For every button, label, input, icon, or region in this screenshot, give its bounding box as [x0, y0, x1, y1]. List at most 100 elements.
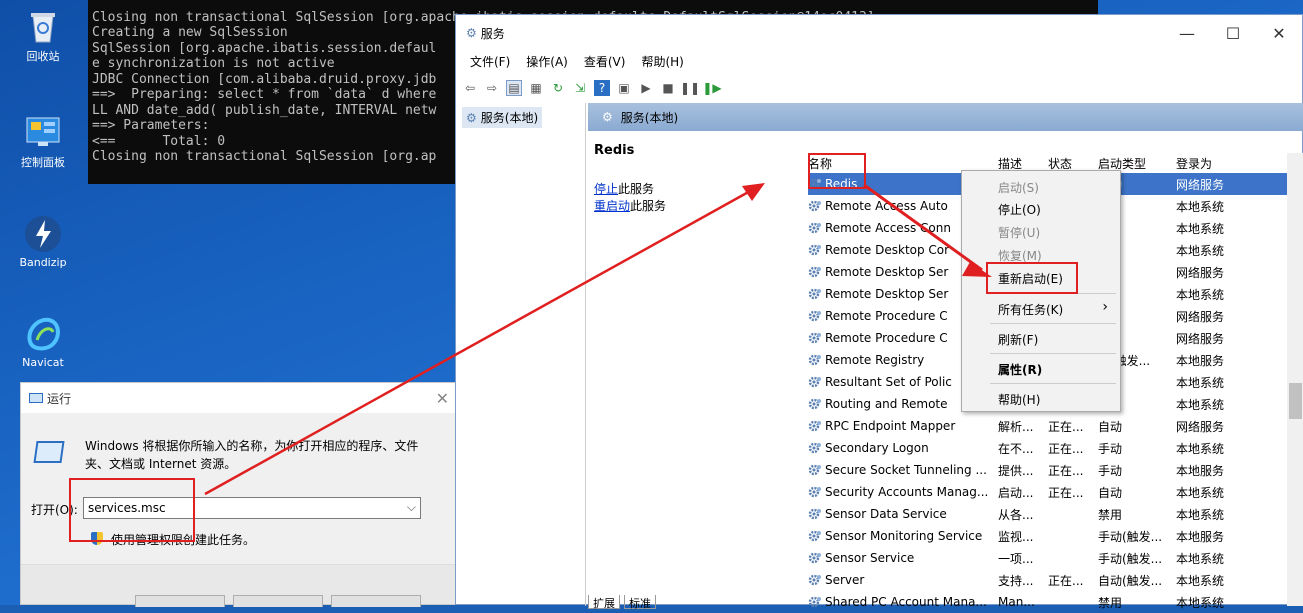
table-row[interactable]: Sensor Service 一项... 手动(触发... 本地系统 [808, 547, 1303, 569]
service-status-cell: 正在... [1048, 463, 1084, 478]
tab-extended[interactable]: 扩展 [588, 595, 620, 610]
close-icon[interactable]: ✕ [436, 389, 449, 408]
menu-item-refresh[interactable]: 刷新(F) [998, 331, 1038, 348]
menu-item-properties[interactable]: 属性(R) [998, 361, 1042, 378]
column-logon-as[interactable]: 登录为 [1176, 155, 1256, 172]
annotation-box-input [69, 478, 195, 542]
services-window: ⚙ 服务 — ☐ ✕ 文件(F) 操作(A) 查看(V) 帮助(H) ⇦ ⇨ ▤… [455, 14, 1303, 610]
details-pane: ⚙ 服务(本地) Redis 停止此服务 重启动此服务 名称 描述 状态 启动类… [588, 103, 1303, 610]
service-logon-cell: 本地系统 [1176, 375, 1225, 390]
close-icon[interactable]: ✕ [1256, 15, 1302, 51]
pane-header: ⚙ 服务(本地) [588, 103, 1303, 131]
service-gear-icon [808, 244, 821, 256]
service-name: Shared PC Account Mana... [825, 595, 987, 609]
menu-separator [990, 323, 1116, 324]
restart-service-suffix: 此服务 [630, 199, 667, 213]
menu-item-all-tasks[interactable]: 所有任务(K) [998, 301, 1063, 318]
run-description: Windows 将根据你所输入的名称，为你打开相应的程序、文件夹、文档或 Int… [85, 439, 419, 471]
column-startup-type[interactable]: 启动类型 [1098, 155, 1176, 172]
service-name-cell: Shared PC Account Mana... [808, 595, 998, 609]
service-logon-cell: 网络服务 [1176, 419, 1225, 434]
service-name-cell: Secondary Logon [808, 441, 998, 455]
service-logon-cell: 本地系统 [1176, 221, 1225, 236]
annotation-box-redis [808, 153, 866, 189]
service-name: Sensor Data Service [825, 507, 947, 521]
run-dialog-titlebar[interactable]: 运行 [21, 383, 459, 413]
table-row[interactable]: Server 支持... 正在... 自动(触发... 本地系统 [808, 569, 1303, 591]
run-dialog-title: 运行 [47, 391, 72, 406]
service-gear-icon [808, 310, 821, 322]
column-status[interactable]: 状态 [1048, 155, 1098, 172]
table-row[interactable]: Sensor Monitoring Service 监视... 手动(触发... 本地… [808, 525, 1303, 547]
menu-item-stop[interactable]: 停止(O) [998, 201, 1041, 218]
service-startup-type-cell: 禁用 [1098, 507, 1123, 522]
vertical-scrollbar[interactable] [1287, 153, 1303, 606]
desktop-icon-bandizip[interactable]: Bandizip [2, 214, 84, 269]
service-gear-icon [808, 552, 821, 564]
export-icon[interactable]: ⇲ [572, 80, 588, 96]
ok-button[interactable] [135, 595, 225, 607]
service-logon-cell: 本地系统 [1176, 507, 1225, 522]
help-icon[interactable]: ? [594, 80, 610, 96]
service-description-cell: 从各... [998, 507, 1034, 522]
service-name-cell: Server [808, 573, 998, 587]
tree-node-services-local[interactable]: ⚙ 服务(本地) [462, 107, 543, 128]
menu-separator [990, 353, 1116, 354]
service-name: Secure Socket Tunneling ... [825, 463, 987, 477]
annotation-box-restart [986, 262, 1078, 294]
menu-action[interactable]: 操作(A) [518, 51, 576, 73]
menu-item-start[interactable]: 启动(S) [998, 179, 1039, 196]
menu-item-pause[interactable]: 暂停(U) [998, 224, 1040, 241]
pause-icon[interactable]: ❚❚ [680, 80, 700, 96]
service-name: Remote Desktop Ser [825, 287, 949, 301]
service-startup-type-cell: 手动 [1098, 441, 1123, 456]
table-row[interactable]: Shared PC Account Mana... Man... 禁用 本地系统 [808, 591, 1303, 613]
service-gear-icon [808, 398, 821, 410]
service-logon-cell: 本地系统 [1176, 573, 1225, 588]
browse-button[interactable] [331, 595, 421, 607]
back-icon[interactable]: ⇦ [462, 80, 478, 96]
chevron-down-icon[interactable]: ⌵ [407, 500, 416, 515]
refresh-icon[interactable]: ↻ [550, 80, 566, 96]
tab-standard[interactable]: 标准 [624, 595, 656, 610]
service-gear-icon [808, 288, 821, 300]
console-tree-icon[interactable]: ▤ [506, 80, 522, 96]
stop-service-link[interactable]: 停止 [594, 182, 618, 196]
column-description[interactable]: 描述 [998, 155, 1048, 172]
service-name: Remote Access Conn [825, 221, 951, 235]
pane-header-label: 服务(本地) [620, 110, 679, 125]
table-row[interactable]: Security Accounts Manag... 启动... 正在... 自动 本地… [808, 481, 1303, 503]
desktop-icon-control-panel[interactable]: 控制面板 [2, 112, 84, 170]
service-name-cell: Sensor Service [808, 551, 998, 565]
service-name-cell: Secure Socket Tunneling ... [808, 463, 998, 477]
service-description-panel: Redis 停止此服务 重启动此服务 [594, 143, 794, 214]
minimize-icon[interactable]: — [1164, 15, 1210, 51]
service-gear-icon [808, 200, 821, 212]
cancel-button[interactable] [233, 595, 323, 607]
forward-icon[interactable]: ⇨ [484, 80, 500, 96]
properties-icon[interactable]: ▦ [528, 80, 544, 96]
menu-item-help[interactable]: 帮助(H) [998, 391, 1040, 408]
desktop-icon-recycle-bin[interactable]: 回收站 [2, 6, 84, 64]
desktop-icon-navicat[interactable]: Navicat [2, 314, 84, 369]
view-icon[interactable]: ▣ [616, 80, 632, 96]
table-row[interactable]: Sensor Data Service 从各... 禁用 本地系统 [808, 503, 1303, 525]
play-icon[interactable]: ▶ [638, 80, 654, 96]
console-tree: ⚙ 服务(本地) [456, 103, 586, 606]
service-logon-cell: 本地系统 [1176, 485, 1225, 500]
service-name-cell: RPC Endpoint Mapper [808, 419, 998, 433]
service-name: Security Accounts Manag... [825, 485, 989, 499]
menu-help[interactable]: 帮助(H) [633, 51, 691, 73]
table-row[interactable]: Secure Socket Tunneling ... 提供... 正在... 手动 本… [808, 459, 1303, 481]
menu-view[interactable]: 查看(V) [576, 51, 634, 73]
scrollbar-thumb[interactable] [1289, 383, 1302, 419]
tree-node-label: 服务(本地) [480, 111, 539, 125]
menu-file[interactable]: 文件(F) [462, 51, 518, 73]
table-row[interactable]: RPC Endpoint Mapper 解析... 正在... 自动 网络服务 [808, 415, 1303, 437]
service-logon-cell: 本地系统 [1176, 441, 1225, 456]
restart-service-link[interactable]: 重启动 [594, 199, 630, 213]
stop-icon[interactable]: ■ [660, 80, 676, 96]
resume-icon[interactable]: ❚▶ [702, 80, 721, 96]
table-row[interactable]: Secondary Logon 在不... 正在... 手动 本地系统 [808, 437, 1303, 459]
maximize-icon[interactable]: ☐ [1210, 15, 1256, 51]
